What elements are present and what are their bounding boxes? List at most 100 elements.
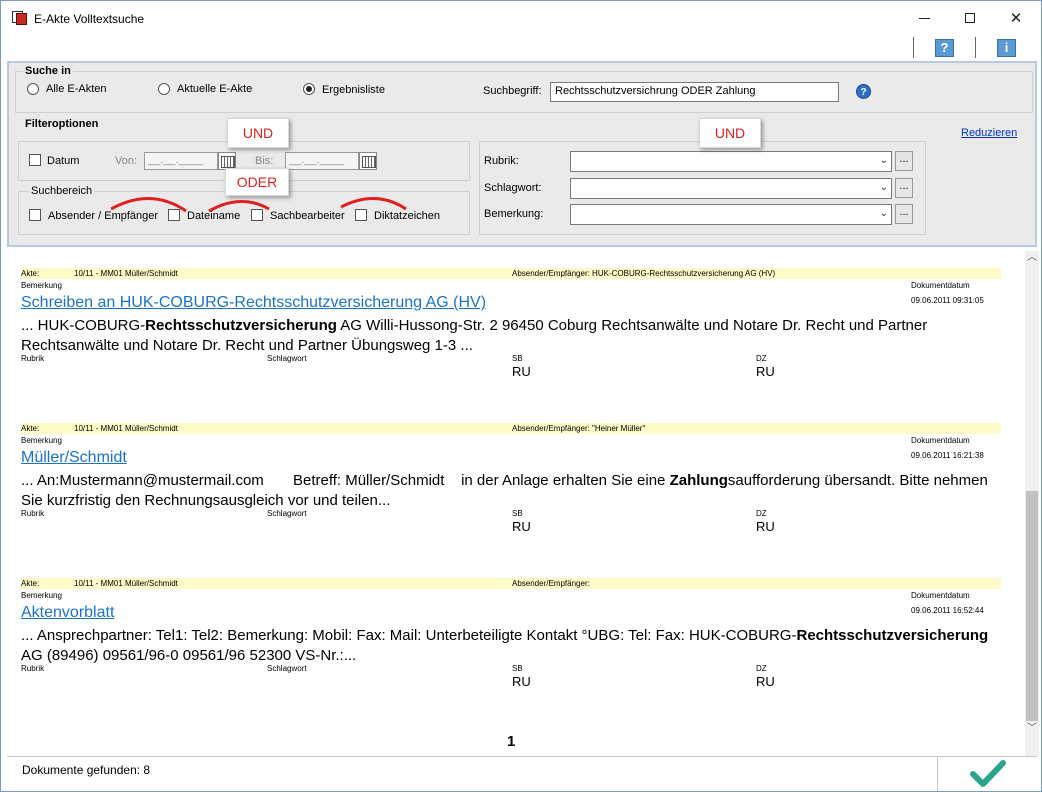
to-label: Bis: <box>255 155 274 167</box>
sb-label: SB <box>512 509 523 518</box>
from-label: Von: <box>115 155 138 167</box>
reduce-link[interactable]: Reduzieren <box>961 127 1017 139</box>
snippet-highlight: Rechtsschutzversicherung <box>796 627 989 644</box>
snippet-text: ... Ansprechpartner: Tel1: Tel2: Bemerku… <box>21 627 797 644</box>
dz-label: DZ <box>756 509 767 518</box>
dictation-checkbox-label[interactable]: Diktatzeichen <box>374 210 440 222</box>
minimize-button[interactable] <box>901 1 947 35</box>
documents-found-status: Dokumente gefunden: 8 <box>22 763 151 777</box>
scroll-down-icon[interactable]: ﹀ <box>1025 722 1039 736</box>
akte-bar: Akte: 10/11 - MM01 Müller/Schmidt Absend… <box>21 268 1001 279</box>
schlagwort-label: Schlagwort <box>267 509 307 518</box>
dictation-checkbox[interactable] <box>355 209 367 221</box>
info-button[interactable]: i <box>997 39 1016 57</box>
scroll-thumb[interactable] <box>1026 491 1038 721</box>
annotation-und-right: UND <box>699 118 761 148</box>
maximize-button[interactable] <box>947 1 993 35</box>
akte-label: Akte: <box>21 424 40 433</box>
rubrik-label: Rubrik <box>21 664 45 673</box>
sender-value: Absender/Empfänger: HUK-COBURG-Rechtssch… <box>512 269 776 278</box>
help-button[interactable]: ? <box>935 39 954 57</box>
scroll-up-icon[interactable]: ︿ <box>1025 251 1039 265</box>
schlagwort-label: Schlagwort <box>267 354 307 363</box>
radio-current-file[interactable] <box>158 83 170 95</box>
page-number[interactable]: 1 <box>507 733 515 750</box>
schlagwort-label: Schlagwort <box>267 664 307 673</box>
schlagwort-dropdown[interactable]: ⌄ <box>570 178 892 199</box>
maximize-icon <box>965 13 975 23</box>
result-snippet: ... An:Mustermann@mustermail.com Betreff… <box>21 471 996 511</box>
toolbar-separator <box>975 37 976 58</box>
annotation-oder: ODER <box>225 168 289 196</box>
from-date-field[interactable]: __.__.____ <box>144 152 218 170</box>
sb-value: RU <box>512 674 531 689</box>
snippet-text: AG (89496) 09561/96-0 09561/96 52300 VS-… <box>21 647 357 664</box>
window-title: E-Akte Volltextsuche <box>34 12 145 26</box>
filename-checkbox[interactable] <box>168 209 180 221</box>
schlagwort-browse-button[interactable]: ... <box>895 178 913 198</box>
result-title-link[interactable]: Müller/Schmidt <box>21 449 127 467</box>
search-panel: Suche in Alle E-Akten Aktuelle E-Akte Er… <box>7 61 1037 247</box>
close-icon: ✕ <box>1009 10 1023 27</box>
result-item: Akte: 10/11 - MM01 Müller/Schmidt Absend… <box>21 578 1001 728</box>
remark-label: Bemerkung <box>21 436 62 445</box>
rubrik-browse-button[interactable]: ... <box>895 151 913 171</box>
footer-separator <box>937 757 938 791</box>
clerk-checkbox[interactable] <box>251 209 263 221</box>
date-value: 09.06.2011 16:52:44 <box>911 606 984 615</box>
close-button[interactable]: ✕ <box>993 1 1039 35</box>
result-snippet: ... Ansprechpartner: Tel1: Tel2: Bemerku… <box>21 626 996 666</box>
sender-checkbox-label[interactable]: Absender / Empfänger <box>48 210 158 222</box>
chevron-down-icon: ⌄ <box>879 155 888 166</box>
akte-bar: Akte: 10/11 - MM01 Müller/Schmidt Absend… <box>21 423 1001 434</box>
ok-button[interactable] <box>970 759 1006 789</box>
snippet-highlight: Rechtsschutzversicherung <box>145 317 337 334</box>
toolbar-separator <box>913 37 914 58</box>
status-bar: Dokumente gefunden: 8 <box>7 756 1037 791</box>
rubrik-label: Rubrik <box>21 509 45 518</box>
akte-label: Akte: <box>21 579 40 588</box>
search-help-icon[interactable]: ? <box>856 84 871 99</box>
radio-current-file-label[interactable]: Aktuelle E-Akte <box>177 83 252 95</box>
radio-result-list-label[interactable]: Ergebnisliste <box>322 84 385 96</box>
search-term-input[interactable]: Rechtsschutzversichrung ODER Zahlung <box>550 82 839 102</box>
checkmark-icon <box>970 760 1006 787</box>
annotation-und-left: UND <box>227 118 289 148</box>
bemerkung-dropdown[interactable]: ⌄ <box>570 204 892 225</box>
result-item: Akte: 10/11 - MM01 Müller/Schmidt Absend… <box>21 268 1001 418</box>
snippet-text: ... An:Mustermann@mustermail.com Betreff… <box>21 472 670 489</box>
result-title-link[interactable]: Schreiben an HUK-COBURG-Rechtsschutzvers… <box>21 294 486 312</box>
akte-value: 10/11 - MM01 Müller/Schmidt <box>74 579 178 588</box>
date-value: 09.06.2011 16:21:38 <box>911 451 984 460</box>
date-label: Dokumentdatum <box>911 436 970 445</box>
remark-label: Bemerkung <box>21 281 62 290</box>
akte-value: 10/11 - MM01 Müller/Schmidt <box>74 269 178 278</box>
radio-all-files-label[interactable]: Alle E-Akten <box>46 83 107 95</box>
rubrik-dropdown[interactable]: ⌄ <box>570 151 892 172</box>
date-value: 09.06.2011 09:31:05 <box>911 296 984 305</box>
result-snippet: ... HUK-COBURG-Rechtsschutzversicherung … <box>21 316 996 356</box>
bemerkung-browse-button[interactable]: ... <box>895 204 913 224</box>
filter-options-title: Filteroptionen <box>23 118 101 130</box>
sb-value: RU <box>512 364 531 379</box>
search-term-label: Suchbegriff: <box>483 85 542 97</box>
result-title-link[interactable]: Aktenvorblatt <box>21 604 114 622</box>
to-date-field[interactable]: __.__.____ <box>285 152 359 170</box>
date-checkbox[interactable] <box>29 154 41 166</box>
radio-all-files[interactable] <box>27 83 39 95</box>
bemerkung-label: Bemerkung: <box>484 208 544 220</box>
sb-label: SB <box>512 354 523 363</box>
clerk-checkbox-label[interactable]: Sachbearbeiter <box>270 210 345 222</box>
radio-result-list[interactable] <box>303 83 315 95</box>
sb-value: RU <box>512 519 531 534</box>
title-bar: E-Akte Volltextsuche ✕ <box>1 1 1041 35</box>
sender-checkbox[interactable] <box>29 209 41 221</box>
date-label: Dokumentdatum <box>911 281 970 290</box>
snippet-text: ... HUK-COBURG- <box>21 317 146 334</box>
to-calendar-icon[interactable] <box>359 152 377 170</box>
results-scrollbar[interactable]: ︿ ﹀ <box>1025 251 1039 756</box>
filename-checkbox-label[interactable]: Dateiname <box>187 210 240 222</box>
snippet-highlight: Zahlung <box>669 472 728 489</box>
rubrik-label: Rubrik <box>21 354 45 363</box>
search-in-title: Suche in <box>23 65 73 77</box>
